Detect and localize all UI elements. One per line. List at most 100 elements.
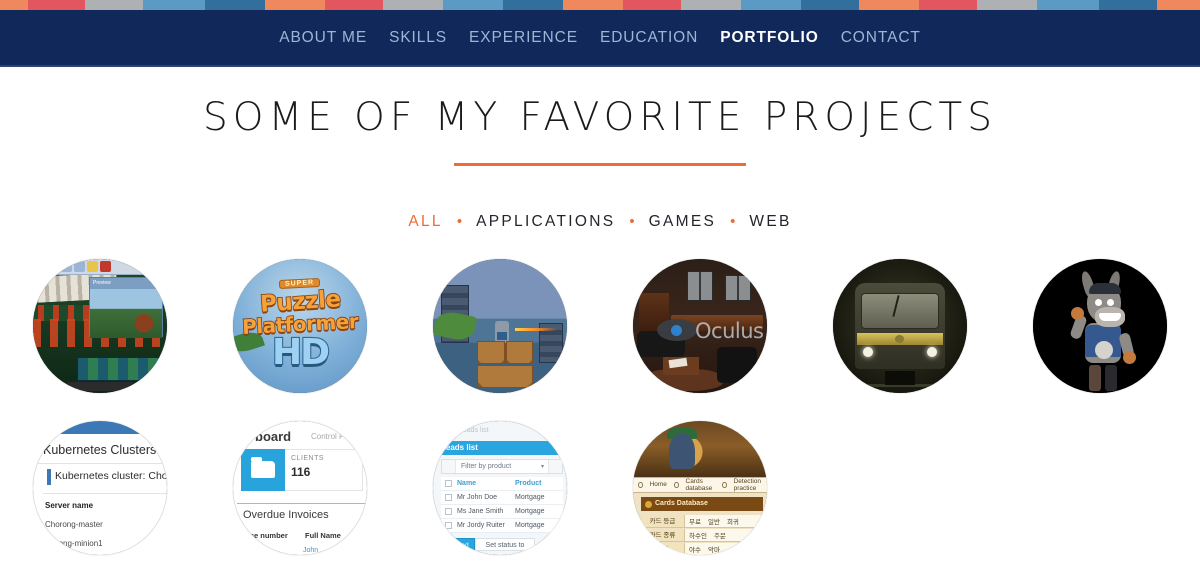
kubernetes-column-header: Server name bbox=[45, 500, 94, 510]
train-coupler-shape bbox=[885, 370, 915, 385]
project-thumbnail-metro-train-simulation[interactable] bbox=[833, 258, 967, 393]
project-thumbnail-pixel-platformer-game[interactable] bbox=[433, 258, 567, 393]
checkbox-row[interactable] bbox=[445, 507, 452, 515]
crate-stack bbox=[477, 340, 533, 388]
donkey-cap bbox=[1089, 282, 1121, 294]
project-thumbnail-korean-cards-database[interactable]: Home Cards database Detection practice C… bbox=[633, 420, 767, 555]
nav-item-education[interactable]: EDUCATION bbox=[600, 29, 698, 47]
stripe-segment bbox=[28, 0, 85, 10]
project-thumbnail-crm-leads-list[interactable]: Leads list Leads list Filter by product … bbox=[433, 420, 567, 555]
filter-web[interactable]: WEB bbox=[749, 213, 791, 231]
filter-label: 종족 bbox=[641, 542, 685, 555]
stripe-segment bbox=[623, 0, 681, 10]
project-cell: Kubernetes Clusters Kubernetes cluster: … bbox=[0, 420, 200, 555]
project-artwork bbox=[433, 258, 567, 393]
lead-product: Mortgage bbox=[515, 521, 545, 529]
leads-row[interactable]: Mr John Doe Mortgage bbox=[441, 490, 563, 505]
filter-separator-dot: • bbox=[629, 213, 635, 231]
project-cell: board Control Panel CLIENTS 116 Overdue … bbox=[200, 420, 400, 555]
filter-applications[interactable]: APPLICATIONS bbox=[476, 213, 615, 231]
filter-by-product-select[interactable]: Filter by product bbox=[456, 463, 541, 470]
stripe-segment bbox=[503, 0, 563, 10]
player-character-shape bbox=[495, 320, 509, 343]
filter-option[interactable]: 하수인 bbox=[689, 530, 707, 540]
dashboard-title: board bbox=[255, 428, 292, 444]
filter-option[interactable]: 야수 bbox=[689, 544, 701, 554]
project-thumbnail-photo-editor-korean-temple[interactable]: Preview bbox=[33, 258, 167, 393]
stripe-segment bbox=[443, 0, 503, 10]
clients-tile-value: 116 bbox=[291, 464, 311, 479]
filter-games[interactable]: GAMES bbox=[649, 213, 716, 231]
selected-count-button[interactable]: Selected bbox=[437, 537, 475, 551]
refresh-icon bbox=[442, 459, 456, 473]
nav-item-experience[interactable]: EXPERIENCE bbox=[469, 29, 578, 47]
foliage-shape bbox=[433, 308, 478, 343]
database-icon bbox=[673, 481, 679, 488]
filter-option[interactable]: 일반 bbox=[708, 516, 720, 526]
project-cell bbox=[400, 258, 600, 393]
stripe-segment bbox=[85, 0, 143, 10]
practice-icon bbox=[722, 481, 727, 488]
project-thumbnail-invoicing-control-panel[interactable]: board Control Panel CLIENTS 116 Overdue … bbox=[233, 420, 367, 555]
nav-cards-database[interactable]: Cards database bbox=[686, 478, 716, 492]
divider bbox=[33, 462, 167, 464]
oculus-wordmark: Oculus bbox=[695, 318, 764, 343]
checkbox-select-all[interactable] bbox=[445, 479, 452, 487]
preview-panel: Preview bbox=[89, 276, 163, 338]
project-artwork: Preview bbox=[33, 258, 167, 393]
kubernetes-server-row: chorong-minion1 bbox=[43, 538, 103, 548]
editor-toolbar bbox=[33, 258, 167, 275]
game-logo: SUPER Puzzle Platformer HD bbox=[233, 259, 367, 393]
leads-row[interactable]: Mr Jordy Ruiter Mortgage bbox=[441, 518, 563, 533]
checkbox-row[interactable] bbox=[445, 521, 452, 529]
invoice-column-header: Full Name bbox=[305, 530, 341, 540]
project-artwork bbox=[833, 258, 967, 393]
stripe-segment bbox=[1099, 0, 1157, 10]
stripe-segment bbox=[859, 0, 919, 10]
filter-option[interactable]: 무료 bbox=[689, 516, 701, 526]
project-artwork: Oculus bbox=[633, 258, 767, 393]
top-color-stripe bbox=[0, 0, 1200, 10]
crate-shape bbox=[477, 340, 505, 364]
nav-home[interactable]: Home bbox=[650, 481, 667, 488]
kubernetes-server-row: Chorong-master bbox=[45, 519, 103, 529]
filter-row: 카드 종류 하수인 주문 bbox=[641, 528, 763, 542]
nav-item-contact[interactable]: CONTACT bbox=[841, 29, 921, 47]
filter-all[interactable]: ALL bbox=[408, 213, 442, 231]
project-thumbnail-donkey-mascot-character[interactable] bbox=[1033, 258, 1167, 393]
train-windshield-shape bbox=[861, 292, 939, 329]
filter-option[interactable]: 주문 bbox=[714, 530, 726, 540]
grid-icon bbox=[548, 459, 562, 473]
kubernetes-page-title: Kubernetes Clusters bbox=[43, 442, 157, 457]
project-thumbnail-oculus-vr-room[interactable]: Oculus bbox=[633, 258, 767, 393]
checkbox-row[interactable] bbox=[445, 493, 452, 501]
train-headlight-left bbox=[863, 346, 873, 357]
nav-item-portfolio[interactable]: PORTFOLIO bbox=[720, 29, 819, 47]
lead-product: Mortgage bbox=[515, 493, 545, 501]
nav-item-skills[interactable]: SKILLS bbox=[389, 29, 447, 47]
clients-tile-label: CLIENTS bbox=[291, 454, 325, 462]
set-status-button[interactable]: Set status to bbox=[475, 537, 535, 551]
toolbar-crop-icon bbox=[74, 260, 85, 272]
donkey-belly bbox=[1095, 340, 1113, 359]
folder-icon bbox=[251, 457, 275, 479]
toolbar-close-icon bbox=[100, 260, 111, 272]
stripe-segment bbox=[265, 0, 325, 10]
leads-background-title: Leads list bbox=[459, 426, 489, 434]
crate-shape bbox=[477, 364, 533, 388]
clients-tile-icon bbox=[241, 448, 285, 491]
project-cell: Leads list Leads list Filter by product … bbox=[400, 420, 600, 555]
filter-option[interactable]: 희귀 bbox=[727, 516, 739, 526]
filter-option[interactable]: 악마 bbox=[708, 544, 720, 554]
kubernetes-cluster-subtitle: Kubernetes cluster: Choro bbox=[55, 469, 167, 482]
project-thumbnail-super-puzzle-platformer-hd[interactable]: SUPER Puzzle Platformer HD bbox=[233, 258, 367, 393]
chevron-down-icon: ▾ bbox=[540, 463, 544, 470]
donkey-leg-right bbox=[1105, 364, 1117, 391]
main-navbar: ABOUT ME SKILLS EXPERIENCE EDUCATION POR… bbox=[0, 10, 1200, 67]
lead-name: Mr John Doe bbox=[457, 493, 498, 501]
nav-item-about-me[interactable]: ABOUT ME bbox=[279, 29, 367, 47]
leads-row[interactable]: Ms Jane Smith Mortgage bbox=[441, 504, 563, 519]
nav-detection-practice[interactable]: Detection practice bbox=[734, 478, 767, 492]
project-thumbnail-kubernetes-clusters-dashboard[interactable]: Kubernetes Clusters Kubernetes cluster: … bbox=[33, 420, 167, 555]
projectile-shape bbox=[515, 327, 557, 331]
